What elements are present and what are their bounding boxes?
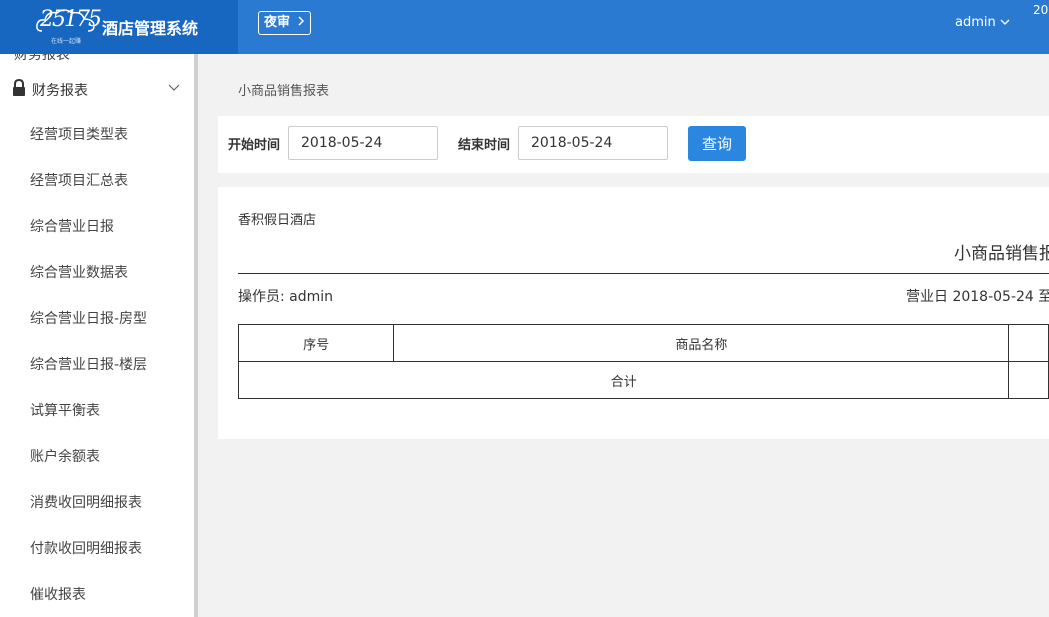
logo-tagline: 在线一起赚 bbox=[50, 38, 81, 45]
total-value-clipped bbox=[1008, 361, 1049, 399]
user-menu[interactable]: admin bbox=[955, 15, 1010, 30]
sidebar-item-business-data-sheet[interactable]: 综合营业数据表 bbox=[30, 262, 128, 282]
sidebar-group-finance-reports[interactable]: 财务报表 bbox=[0, 76, 195, 104]
table-total-row: 合计 bbox=[237, 361, 1049, 399]
logo-area[interactable]: 25175 在线一起赚 酒店管理系统 bbox=[0, 0, 238, 54]
filter-panel: 开始时间 结束时间 查询 bbox=[218, 116, 1049, 173]
report-panel: 香积假日酒店 小商品销售报 操作员: admin 营业日 2018-05-24 … bbox=[218, 187, 1049, 439]
lock-icon bbox=[13, 79, 25, 96]
end-time-label: 结束时间 bbox=[458, 138, 511, 153]
app-title: 酒店管理系统 bbox=[102, 19, 199, 38]
title-divider bbox=[238, 273, 1049, 274]
column-header-product-name: 商品名称 bbox=[393, 324, 1010, 362]
table-header-row: 序号 商品名称 bbox=[237, 324, 1049, 362]
start-time-label: 开始时间 bbox=[228, 138, 281, 153]
chevron-down-icon bbox=[1000, 19, 1010, 25]
chevron-down-icon bbox=[168, 84, 180, 91]
sidebar-item-operating-item-summary[interactable]: 经营项目汇总表 bbox=[30, 170, 128, 190]
operator-text: 操作员: admin bbox=[238, 289, 334, 305]
column-header-clipped bbox=[1008, 324, 1049, 362]
report-title: 小商品销售报 bbox=[954, 244, 1049, 264]
sidebar-item-trial-balance[interactable]: 试算平衡表 bbox=[30, 400, 100, 420]
breadcrumb: 小商品销售报表 bbox=[238, 84, 330, 99]
business-date-text: 营业日 2018-05-24 至 bbox=[906, 289, 1049, 305]
header-date-clipped: 20 bbox=[1033, 3, 1049, 17]
start-date-input[interactable] bbox=[288, 126, 438, 160]
hotel-name: 香积假日酒店 bbox=[238, 213, 317, 228]
night-audit-button[interactable]: 夜审 bbox=[258, 11, 311, 35]
sidebar-scrollbar[interactable] bbox=[194, 54, 198, 617]
report-table: 序号 商品名称 合计 bbox=[237, 324, 1049, 399]
end-date-input[interactable] bbox=[518, 126, 668, 160]
chevron-right-icon bbox=[298, 16, 304, 26]
sidebar-item-daily-business-report[interactable]: 综合营业日报 bbox=[30, 216, 114, 236]
sidebar-item-operating-item-types[interactable]: 经营项目类型表 bbox=[30, 124, 128, 144]
user-name: admin bbox=[955, 15, 996, 30]
sidebar-group-label: 财务报表 bbox=[32, 83, 88, 99]
column-header-index: 序号 bbox=[237, 324, 395, 362]
total-label: 合计 bbox=[237, 361, 1010, 399]
logo-text: 25175 bbox=[40, 7, 102, 32]
query-button[interactable]: 查询 bbox=[688, 126, 746, 161]
sidebar-item-payment-recovery[interactable]: 付款收回明细报表 bbox=[30, 538, 142, 558]
night-audit-label: 夜审 bbox=[264, 15, 291, 30]
sidebar-item-collection-report[interactable]: 催收报表 bbox=[30, 584, 86, 604]
sidebar-item-daily-report-floor[interactable]: 综合营业日报-楼层 bbox=[30, 354, 147, 374]
top-header: 25175 在线一起赚 酒店管理系统 夜审 admin 20 bbox=[0, 0, 1049, 54]
sidebar: 财务报表 财务报表 经营项目类型表 经营项目汇总表 综合营业日报 综合营业数据表… bbox=[0, 54, 195, 617]
sidebar-item-account-balance[interactable]: 账户余额表 bbox=[30, 446, 100, 466]
logo: 25175 在线一起赚 bbox=[36, 7, 102, 45]
sidebar-item-daily-report-room-type[interactable]: 综合营业日报-房型 bbox=[30, 308, 147, 328]
sidebar-item-cut-off[interactable]: 财务报表 bbox=[14, 54, 70, 64]
sidebar-item-consumption-recovery[interactable]: 消费收回明细报表 bbox=[30, 492, 142, 512]
